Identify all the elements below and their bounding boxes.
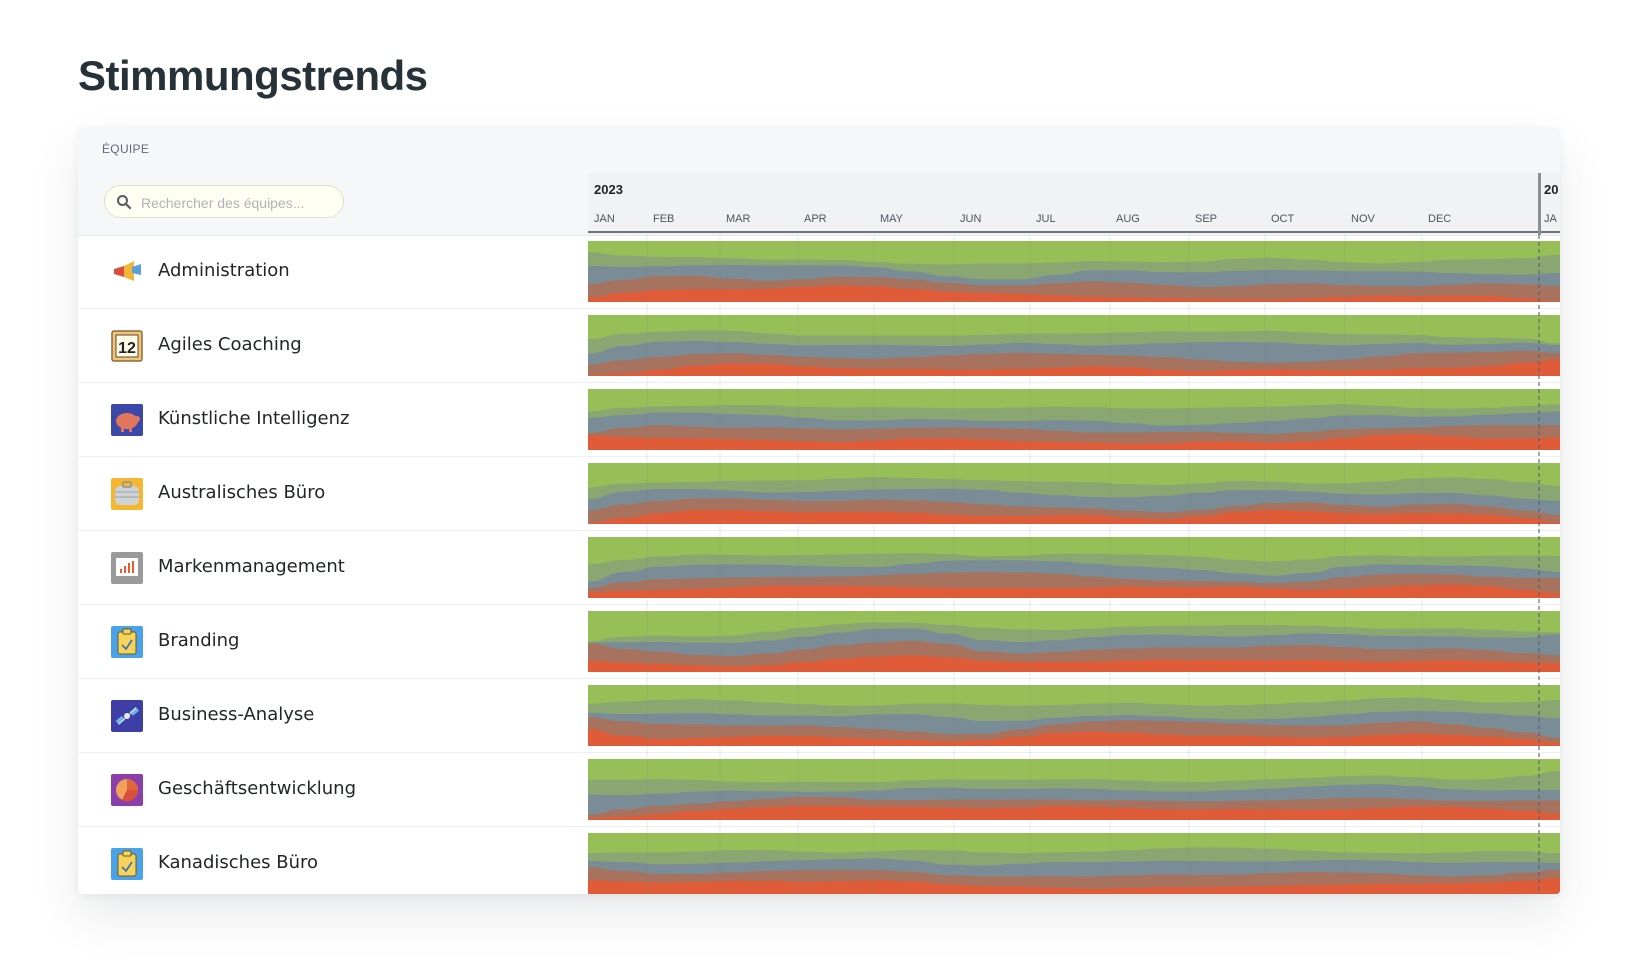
month-label: JAN <box>594 213 615 225</box>
sentiment-stream-chart[interactable] <box>588 537 1560 598</box>
team-row[interactable]: Administration <box>78 235 1560 309</box>
sentiment-stream-chart[interactable] <box>588 611 1560 672</box>
table-header: ÉQUIPE 2023 20 JAN FEB MAR APR MAY JUN JUL AUG S… <box>78 128 1560 236</box>
team-name[interactable]: Agiles Coaching <box>158 334 302 355</box>
team-row[interactable]: Kanadisches Büro <box>78 827 1560 894</box>
month-label: APR <box>804 213 827 225</box>
team-name[interactable]: Künstliche Intelligenz <box>158 408 349 429</box>
year-boundary-marker <box>1538 173 1541 235</box>
year-label: 2023 <box>594 182 623 197</box>
month-label: SEP <box>1195 213 1218 225</box>
page-title: Stimmungstrends <box>78 52 428 99</box>
team-name[interactable]: Kanadisches Büro <box>158 852 318 873</box>
month-label: MAY <box>880 213 904 225</box>
team-row[interactable]: Markenmanagement <box>78 531 1560 605</box>
clipboard-icon <box>110 847 144 881</box>
calendar-icon: 12 <box>110 329 144 363</box>
sentiment-stream-chart[interactable] <box>588 463 1560 524</box>
month-label: JUN <box>960 213 982 225</box>
timeline-header: 2023 20 JAN FEB MAR APR MAY JUN JUL AUG SEP OCT NO… <box>588 173 1560 235</box>
sentiment-stream-chart[interactable] <box>588 685 1560 746</box>
sentiment-stream-chart[interactable] <box>588 833 1560 894</box>
sentiment-stream-chart[interactable] <box>588 315 1560 376</box>
team-search[interactable] <box>104 185 344 218</box>
svg-text:12: 12 <box>118 340 136 357</box>
team-name[interactable]: Geschäftsentwicklung <box>158 778 356 799</box>
month-label: JA <box>1544 213 1557 225</box>
month-label: FEB <box>653 213 675 225</box>
sentiment-stream-chart[interactable] <box>588 389 1560 450</box>
presentation-chart-icon <box>110 551 144 585</box>
team-row[interactable]: Business-Analyse <box>78 679 1560 753</box>
sentiment-stream-chart[interactable] <box>588 241 1560 302</box>
briefcase-icon <box>110 477 144 511</box>
timeline-axis <box>588 231 1560 233</box>
team-row[interactable]: Australisches Büro <box>78 457 1560 531</box>
month-label: OCT <box>1271 213 1295 225</box>
megaphone-icon <box>110 255 144 289</box>
team-name[interactable]: Markenmanagement <box>158 556 345 577</box>
team-name[interactable]: Business-Analyse <box>158 704 314 725</box>
next-year-label: 20 <box>1544 182 1559 197</box>
sentiment-stream-chart[interactable] <box>588 759 1560 820</box>
pie-chart-icon <box>110 773 144 807</box>
team-name[interactable]: Branding <box>158 630 239 651</box>
team-row[interactable]: Geschäftsentwicklung <box>78 753 1560 827</box>
month-label: DEC <box>1428 213 1452 225</box>
team-search-input[interactable] <box>139 191 339 215</box>
mood-trends-card: ÉQUIPE 2023 20 JAN FEB MAR APR MAY JUN JUL AUG S… <box>78 128 1560 894</box>
team-name[interactable]: Australisches Büro <box>158 482 325 503</box>
piggy-bank-icon <box>110 403 144 437</box>
search-icon <box>117 195 132 210</box>
team-row[interactable]: 12 Agiles Coaching <box>78 309 1560 383</box>
team-row[interactable]: Künstliche Intelligenz <box>78 383 1560 457</box>
month-label: AUG <box>1116 213 1140 225</box>
clipboard-icon <box>110 625 144 659</box>
month-label: NOV <box>1351 213 1375 225</box>
team-column-label: ÉQUIPE <box>102 142 150 156</box>
team-name[interactable]: Administration <box>158 260 290 281</box>
satellite-icon <box>110 699 144 733</box>
month-label: MAR <box>726 213 751 225</box>
team-row[interactable]: Branding <box>78 605 1560 679</box>
month-label: JUL <box>1036 213 1056 225</box>
